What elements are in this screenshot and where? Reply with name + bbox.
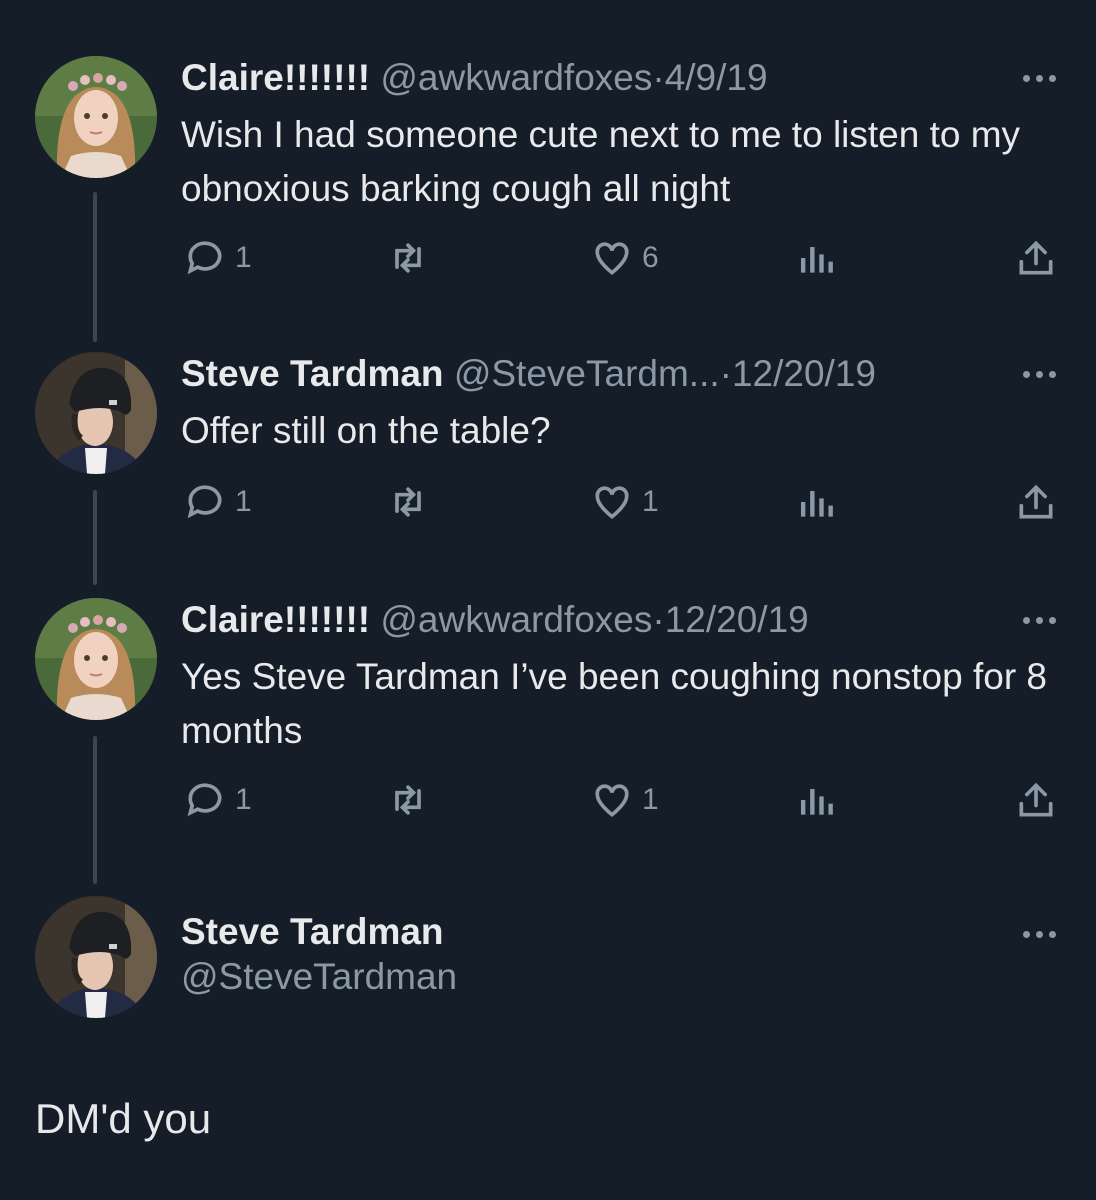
avatar[interactable] [35,56,157,178]
user-handle[interactable]: @awkwardfoxes [380,599,652,640]
separator: · [652,599,665,640]
retweet-icon [395,243,421,273]
tweet-actions: 1 1 [0,778,1096,822]
retweet-icon [395,487,421,517]
more-icon[interactable] [1016,924,1056,944]
like-icon [595,784,629,817]
retweet-button[interactable] [386,480,438,524]
reply-icon [187,485,222,519]
share-icon [1019,484,1053,519]
tweet-text: Offer still on the table? [181,410,551,451]
like-count: 6 [642,241,659,274]
reply-count: 1 [235,783,252,816]
reply-button[interactable]: 1 [183,480,252,524]
like-icon [595,242,629,275]
more-icon[interactable] [1016,610,1056,630]
like-count: 1 [642,485,659,518]
steve-avatar-image [35,896,157,1018]
like-count: 1 [642,783,659,816]
reply-button[interactable]: 1 [183,236,252,280]
share-button[interactable] [1014,236,1058,280]
views-icon [800,491,833,517]
views-button[interactable] [794,236,838,280]
tweet-header: Claire!!!!!!! @awkwardfoxes·4/9/19 [181,56,976,100]
reply-button[interactable]: 1 [183,778,252,822]
tweet-text: Wish I had someone cute next to me to li… [181,114,1021,209]
views-button[interactable] [794,778,838,822]
like-button[interactable]: 1 [590,778,659,822]
reply-icon [187,783,222,817]
like-button[interactable]: 1 [590,480,659,524]
display-name[interactable]: Claire!!!!!!! [181,57,370,98]
share-button[interactable] [1014,480,1058,524]
retweet-icon [395,785,421,815]
share-icon [1019,782,1053,817]
share-icon [1019,240,1053,275]
reply-count: 1 [235,241,252,274]
views-button[interactable] [794,480,838,524]
avatar[interactable] [35,896,157,1018]
views-icon [800,247,833,273]
avatar[interactable] [35,352,157,474]
share-button[interactable] [1014,778,1058,822]
tweet-header: Claire!!!!!!! @awkwardfoxes·12/20/19 [181,598,976,642]
tweet-date[interactable]: 12/20/19 [665,599,809,640]
retweet-button[interactable] [386,236,438,280]
like-button[interactable]: 6 [590,236,659,280]
display-name[interactable]: Claire!!!!!!! [181,599,370,640]
claire-avatar-image [35,56,157,178]
more-icon[interactable] [1016,364,1056,384]
tweet-actions: 1 1 [0,480,1096,524]
reply-icon [187,241,222,275]
display-name[interactable]: Steve Tardman [181,911,444,952]
main-tweet-text: DM'd you [35,1095,212,1142]
retweet-button[interactable] [386,778,438,822]
steve-avatar-image [35,352,157,474]
user-handle[interactable]: @awkwardfoxes [380,57,652,98]
claire-avatar-image [35,598,157,720]
user-handle[interactable]: @SteveTardm... [454,353,720,394]
avatar[interactable] [35,598,157,720]
more-icon[interactable] [1016,68,1056,88]
tweet-actions: 1 6 [0,236,1096,280]
separator: · [719,353,732,394]
user-handle[interactable]: @SteveTardman [181,956,457,998]
tweet-text: Yes Steve Tardman I’ve been coughing non… [181,656,1047,751]
tweet-date[interactable]: 4/9/19 [665,57,768,98]
tweet-header: Steve Tardman @SteveTardm...·12/20/19 [181,352,976,396]
views-icon [800,789,833,815]
tweet-date[interactable]: 12/20/19 [732,353,876,394]
tweet-header: Steve Tardman [181,910,976,954]
display-name[interactable]: Steve Tardman [181,353,444,394]
reply-count: 1 [235,485,252,518]
separator: · [652,57,665,98]
like-icon [595,486,629,519]
